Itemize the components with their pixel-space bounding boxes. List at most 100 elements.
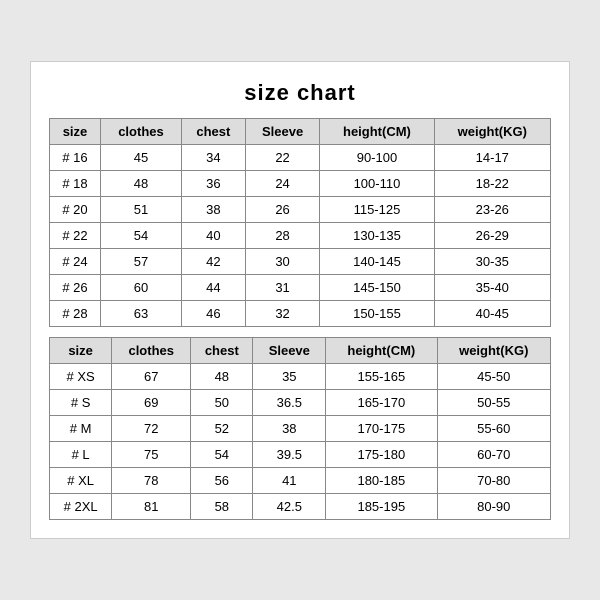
table1-col-header: height(CM) <box>320 119 434 145</box>
size-table-1: sizeclotheschestSleeveheight(CM)weight(K… <box>49 118 551 327</box>
table-cell: 44 <box>181 275 245 301</box>
table-row: # 26604431145-15035-40 <box>50 275 551 301</box>
table-cell: 39.5 <box>253 442 326 468</box>
table-cell: # 26 <box>50 275 101 301</box>
table-cell: 58 <box>191 494 253 520</box>
table-cell: 165-170 <box>326 390 437 416</box>
table-cell: 180-185 <box>326 468 437 494</box>
table-row: # 24574230140-14530-35 <box>50 249 551 275</box>
table-row: # L755439.5175-18060-70 <box>50 442 551 468</box>
table-cell: 50 <box>191 390 253 416</box>
table-cell: 45 <box>100 145 181 171</box>
table-cell: 38 <box>253 416 326 442</box>
table1-body: # 1645342290-10014-17# 18483624100-11018… <box>50 145 551 327</box>
table-cell: # 22 <box>50 223 101 249</box>
table-cell: 24 <box>245 171 320 197</box>
table-cell: # 18 <box>50 171 101 197</box>
table-row: # 18483624100-11018-22 <box>50 171 551 197</box>
table1-col-header: clothes <box>100 119 181 145</box>
table2-col-header: Sleeve <box>253 338 326 364</box>
table-cell: 28 <box>245 223 320 249</box>
table-cell: # 24 <box>50 249 101 275</box>
table-cell: 56 <box>191 468 253 494</box>
table-cell: 46 <box>181 301 245 327</box>
table-cell: 36.5 <box>253 390 326 416</box>
table2-col-header: clothes <box>112 338 191 364</box>
chart-title: size chart <box>49 80 551 106</box>
table1-col-header: Sleeve <box>245 119 320 145</box>
table-row: # 2XL815842.5185-19580-90 <box>50 494 551 520</box>
table-cell: 35 <box>253 364 326 390</box>
table2-col-header: weight(KG) <box>437 338 551 364</box>
section-spacer <box>49 327 551 337</box>
table-row: # 1645342290-10014-17 <box>50 145 551 171</box>
table1-col-header: weight(KG) <box>434 119 550 145</box>
table-cell: 185-195 <box>326 494 437 520</box>
table-row: # 20513826115-12523-26 <box>50 197 551 223</box>
table-cell: 40-45 <box>434 301 550 327</box>
table-row: # XS674835155-16545-50 <box>50 364 551 390</box>
table2-header: sizeclotheschestSleeveheight(CM)weight(K… <box>50 338 551 364</box>
table-cell: 115-125 <box>320 197 434 223</box>
table-cell: 22 <box>245 145 320 171</box>
table-cell: 57 <box>100 249 181 275</box>
table1-col-header: size <box>50 119 101 145</box>
table-cell: 32 <box>245 301 320 327</box>
table-cell: 72 <box>112 416 191 442</box>
table-cell: 18-22 <box>434 171 550 197</box>
table-row: # XL785641180-18570-80 <box>50 468 551 494</box>
table-cell: 54 <box>191 442 253 468</box>
table-cell: 54 <box>100 223 181 249</box>
table-cell: 26 <box>245 197 320 223</box>
table-cell: 70-80 <box>437 468 551 494</box>
table1-col-header: chest <box>181 119 245 145</box>
table-cell: 45-50 <box>437 364 551 390</box>
table-cell: 38 <box>181 197 245 223</box>
table2-col-header: chest <box>191 338 253 364</box>
table-cell: 130-135 <box>320 223 434 249</box>
table-cell: 60-70 <box>437 442 551 468</box>
table-cell: 42 <box>181 249 245 275</box>
table-cell: 52 <box>191 416 253 442</box>
table-row: # 28634632150-15540-45 <box>50 301 551 327</box>
table-cell: 170-175 <box>326 416 437 442</box>
table-cell: 55-60 <box>437 416 551 442</box>
table-cell: 60 <box>100 275 181 301</box>
table-cell: 30 <box>245 249 320 275</box>
table1-header: sizeclotheschestSleeveheight(CM)weight(K… <box>50 119 551 145</box>
table-cell: 30-35 <box>434 249 550 275</box>
table-cell: 34 <box>181 145 245 171</box>
table-cell: 78 <box>112 468 191 494</box>
table-cell: 81 <box>112 494 191 520</box>
table-cell: 150-155 <box>320 301 434 327</box>
table-cell: 35-40 <box>434 275 550 301</box>
table-row: # S695036.5165-17050-55 <box>50 390 551 416</box>
table2-col-header: height(CM) <box>326 338 437 364</box>
table-cell: # S <box>50 390 112 416</box>
table-cell: # XS <box>50 364 112 390</box>
size-chart-card: size chart sizeclotheschestSleeveheight(… <box>30 61 570 539</box>
table-cell: 69 <box>112 390 191 416</box>
table-cell: 48 <box>191 364 253 390</box>
table-cell: 40 <box>181 223 245 249</box>
table-cell: 51 <box>100 197 181 223</box>
table-cell: 31 <box>245 275 320 301</box>
table-cell: 36 <box>181 171 245 197</box>
table-cell: # 16 <box>50 145 101 171</box>
table-cell: 75 <box>112 442 191 468</box>
table-cell: # 28 <box>50 301 101 327</box>
table-cell: 26-29 <box>434 223 550 249</box>
table-cell: 155-165 <box>326 364 437 390</box>
table-cell: # L <box>50 442 112 468</box>
table-cell: # XL <box>50 468 112 494</box>
table-cell: 67 <box>112 364 191 390</box>
table2-col-header: size <box>50 338 112 364</box>
table-cell: 140-145 <box>320 249 434 275</box>
table-cell: 42.5 <box>253 494 326 520</box>
table-cell: 50-55 <box>437 390 551 416</box>
table-cell: 90-100 <box>320 145 434 171</box>
table-cell: 41 <box>253 468 326 494</box>
table2-body: # XS674835155-16545-50# S695036.5165-170… <box>50 364 551 520</box>
table-cell: # M <box>50 416 112 442</box>
size-table-2: sizeclotheschestSleeveheight(CM)weight(K… <box>49 337 551 520</box>
